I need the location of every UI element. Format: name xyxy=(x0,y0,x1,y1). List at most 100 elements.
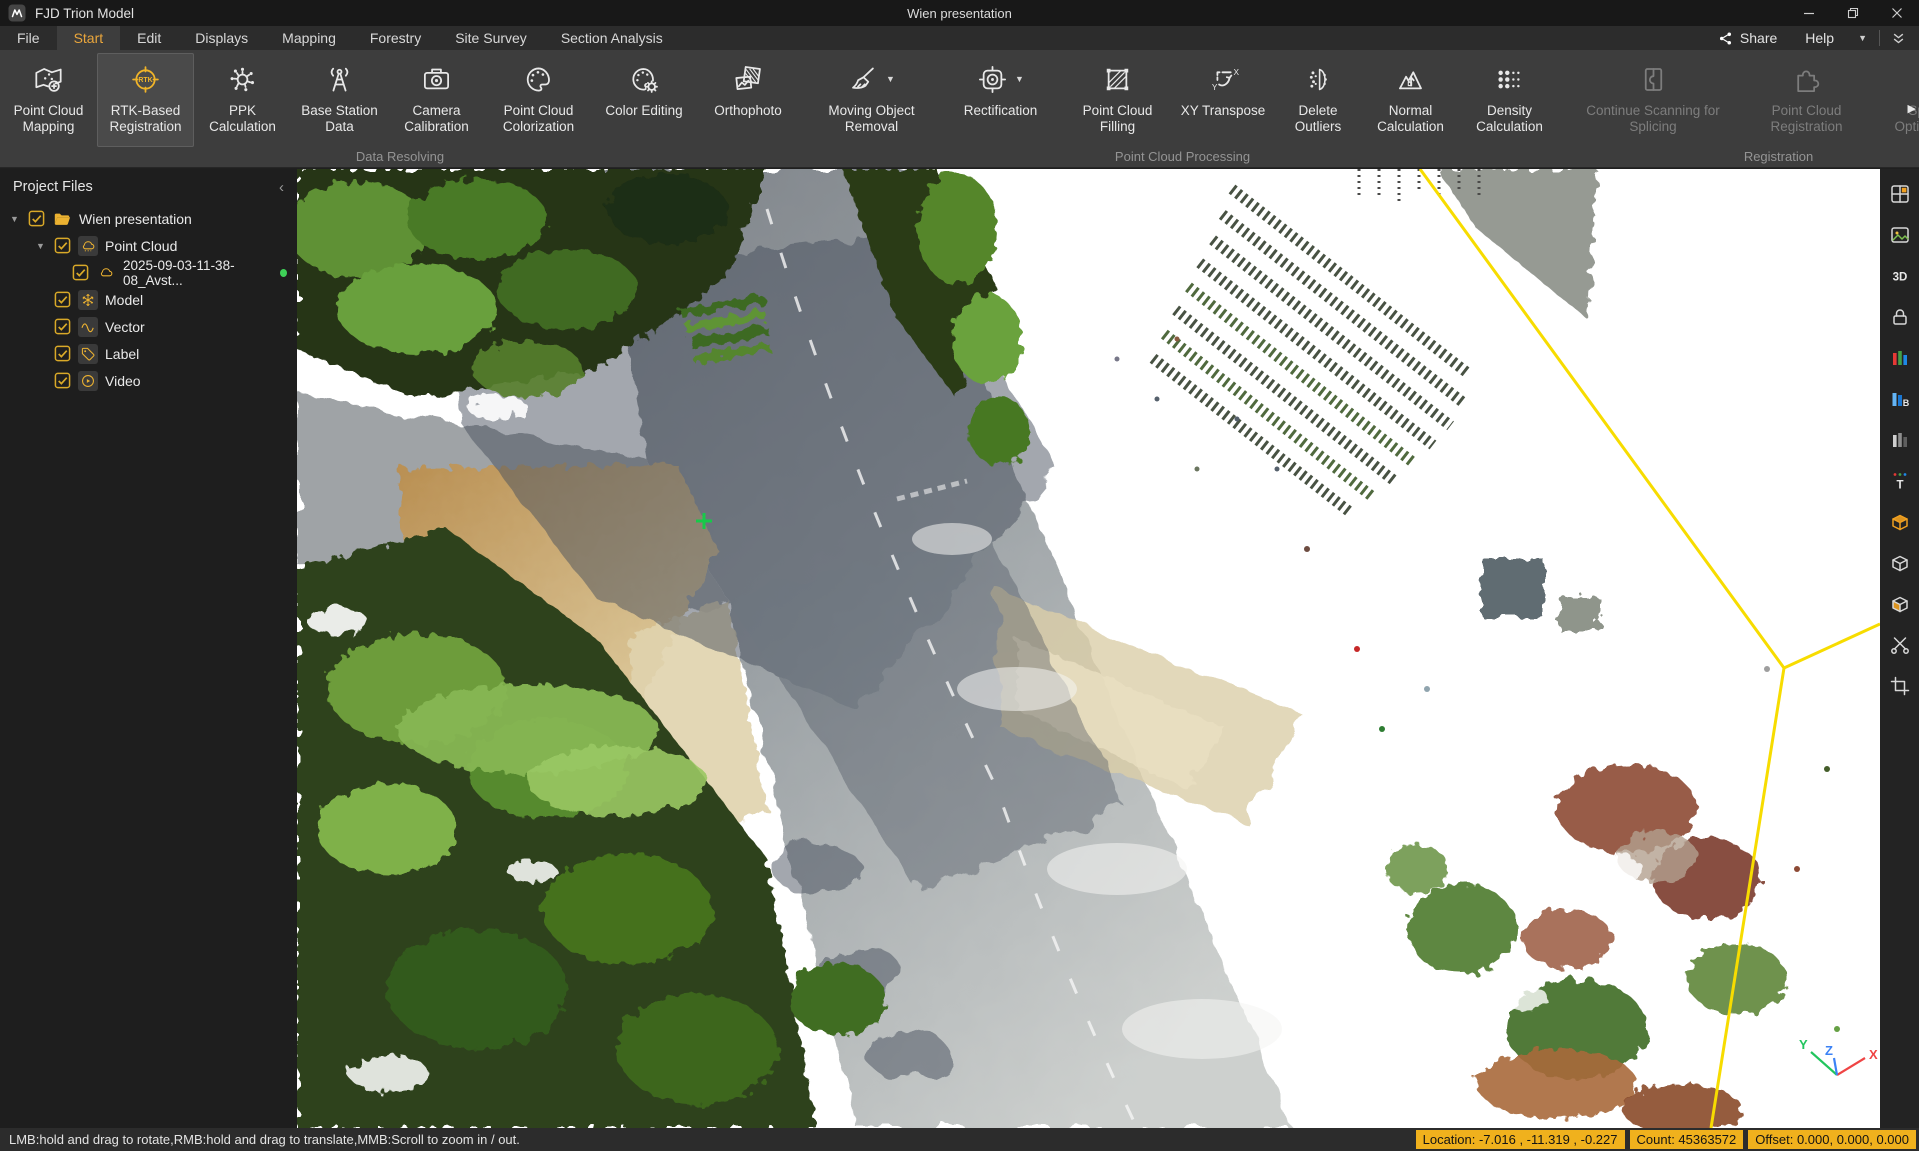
ribbon-item-normal-calculation[interactable]: Normal Calculation xyxy=(1361,53,1460,147)
ribbon-overflow-icon[interactable]: ▶ xyxy=(1908,102,1916,115)
svg-text:3D: 3D xyxy=(1892,272,1907,284)
checkbox[interactable] xyxy=(54,345,71,362)
point-cloud-render: Y Z X xyxy=(297,169,1880,1128)
ribbon-item-ppk-calculation[interactable]: PPK Calculation xyxy=(194,53,291,147)
clip-tool-button[interactable] xyxy=(1885,630,1915,660)
model-icon xyxy=(78,290,98,310)
cube-face-display-button[interactable] xyxy=(1885,589,1915,619)
tree-item-label: 2025-09-03-11-38-08_Avst... xyxy=(123,258,273,288)
checkbox[interactable] xyxy=(54,372,71,389)
menu-start[interactable]: Start xyxy=(57,26,121,50)
checkbox[interactable] xyxy=(28,210,45,227)
ribbon-item-moving-object-removal[interactable]: ▼ Moving Object Removal xyxy=(806,53,937,147)
svg-text:RTK: RTK xyxy=(138,77,152,84)
menu-forestry[interactable]: Forestry xyxy=(353,26,438,50)
view-toolbar: 3D B T xyxy=(1880,169,1919,1128)
dropdown-caret-icon[interactable]: ▼ xyxy=(1015,74,1024,84)
checkbox[interactable] xyxy=(72,264,89,281)
rgb-channels-button[interactable] xyxy=(1885,343,1915,373)
crop-tool-button[interactable] xyxy=(1885,671,1915,701)
title-bar: FJD Trion Model Wien presentation xyxy=(0,0,1919,26)
ribbon-item-rtk-based-registration[interactable]: RTK RTK-Based Registration xyxy=(97,53,194,147)
ribbon-item-point-cloud-registration[interactable]: Point Cloud Registration xyxy=(1741,53,1872,147)
menu-site-survey-label: Site Survey xyxy=(455,30,527,46)
ribbon-toolbar: Point Cloud Mapping RTK RTK-Based Regist… xyxy=(0,50,1919,168)
axis-z-label: Z xyxy=(1825,1043,1833,1058)
tree-row-point-cloud[interactable]: ▼ Point Cloud xyxy=(0,232,297,259)
ribbon-item-continue-scanning-for-splicing[interactable]: Continue Scanning for Splicing xyxy=(1565,53,1741,147)
ribbon-item-splicing-optimization[interactable]: Splicing Optimization xyxy=(1872,53,1919,147)
help-label: Help xyxy=(1805,30,1834,46)
checkbox[interactable] xyxy=(54,291,71,308)
ribbon-item-point-cloud-mapping[interactable]: Point Cloud Mapping xyxy=(0,53,97,147)
ribbon-item-xy-transpose[interactable]: XY XY Transpose xyxy=(1171,53,1275,147)
blue-channel-button[interactable]: B xyxy=(1885,384,1915,414)
ribbon-item-base-station-data[interactable]: Base Station Data xyxy=(291,53,388,147)
ribbon-item-label: Camera Calibration xyxy=(388,103,485,135)
app-title: FJD Trion Model xyxy=(35,6,134,21)
ribbon-group-point-cloud-processing: ▼ Moving Object Removal ▼ Rectification … xyxy=(806,50,1559,167)
tree-row-vector[interactable]: Vector xyxy=(0,313,297,340)
checkbox[interactable] xyxy=(54,318,71,335)
ribbon-group-label: Point Cloud Processing xyxy=(806,149,1559,164)
point-cloud-filling-icon xyxy=(1102,64,1133,95)
ribbon-item-label: Point Cloud Colorization xyxy=(485,103,592,135)
app-logo-icon xyxy=(8,4,26,22)
rectification-icon xyxy=(977,64,1008,95)
expander-icon[interactable]: ▼ xyxy=(8,214,21,224)
ribbon-item-rectification[interactable]: ▼ Rectification xyxy=(937,53,1064,147)
point-cloud-viewport[interactable]: Y Z X xyxy=(297,169,1880,1128)
box-display-button[interactable] xyxy=(1885,507,1915,537)
tree-row-wien-presentation[interactable]: ▼ Wien presentation xyxy=(0,205,297,232)
point-cloud-mapping-icon xyxy=(33,64,64,95)
dropdown-caret-icon[interactable]: ▼ xyxy=(886,74,895,84)
menu-file-label: File xyxy=(17,30,40,46)
tree-row-label[interactable]: Label xyxy=(0,340,297,367)
ribbon-item-orthophoto[interactable]: Orthophoto xyxy=(696,53,800,147)
orthophoto-icon xyxy=(733,64,764,95)
minimize-button[interactable] xyxy=(1787,0,1831,26)
share-icon xyxy=(1718,31,1733,46)
checkbox[interactable] xyxy=(54,237,71,254)
menu-mapping[interactable]: Mapping xyxy=(265,26,353,50)
maximize-button[interactable] xyxy=(1831,0,1875,26)
menu-site-survey[interactable]: Site Survey xyxy=(438,26,544,50)
help-button[interactable]: Help xyxy=(1793,26,1846,50)
image-display-button[interactable] xyxy=(1885,220,1915,250)
panel-collapse-icon[interactable]: ‹ xyxy=(279,179,284,196)
expander-icon[interactable]: ▼ xyxy=(34,241,47,251)
document-title: Wien presentation xyxy=(0,6,1919,21)
base-station-icon xyxy=(324,64,355,95)
menu-displays[interactable]: Displays xyxy=(178,26,265,50)
intensity-channels-button[interactable] xyxy=(1885,425,1915,455)
viewport-layout-button[interactable] xyxy=(1885,179,1915,209)
tree-row-model[interactable]: Model xyxy=(0,286,297,313)
cube-display-button[interactable] xyxy=(1885,548,1915,578)
continue-scanning-icon xyxy=(1638,64,1669,95)
ribbon-item-point-cloud-filling[interactable]: Point Cloud Filling xyxy=(1064,53,1171,147)
share-button[interactable]: Share xyxy=(1706,26,1789,50)
ribbon-item-color-editing[interactable]: Color Editing xyxy=(592,53,696,147)
menu-section-analysis[interactable]: Section Analysis xyxy=(544,26,680,50)
ribbon-item-label: Density Calculation xyxy=(1460,103,1559,135)
view-3d-button[interactable]: 3D xyxy=(1885,261,1915,291)
tree-row-scan-file[interactable]: 2025-09-03-11-38-08_Avst... xyxy=(0,259,297,286)
texture-channel-button[interactable]: T xyxy=(1885,466,1915,496)
collapse-ribbon-icon[interactable] xyxy=(1884,32,1913,45)
ribbon-item-point-cloud-colorization[interactable]: Point Cloud Colorization xyxy=(485,53,592,147)
rtk-registration-icon: RTK xyxy=(130,64,161,95)
menu-file[interactable]: File xyxy=(0,26,57,50)
tree-row-video[interactable]: Video xyxy=(0,367,297,394)
video-icon xyxy=(78,371,98,391)
density-calculation-icon xyxy=(1494,64,1525,95)
ribbon-item-camera-calibration[interactable]: Camera Calibration xyxy=(388,53,485,147)
ppk-calculation-icon xyxy=(227,64,258,95)
menu-displays-label: Displays xyxy=(195,30,248,46)
label-tag-icon xyxy=(78,344,98,364)
ribbon-item-delete-outliers[interactable]: Delete Outliers xyxy=(1275,53,1361,147)
lock-view-button[interactable] xyxy=(1885,302,1915,332)
ribbon-item-density-calculation[interactable]: Density Calculation xyxy=(1460,53,1559,147)
menu-edit[interactable]: Edit xyxy=(120,26,178,50)
help-dropdown-icon[interactable]: ▼ xyxy=(1850,33,1875,43)
close-button[interactable] xyxy=(1875,0,1919,26)
